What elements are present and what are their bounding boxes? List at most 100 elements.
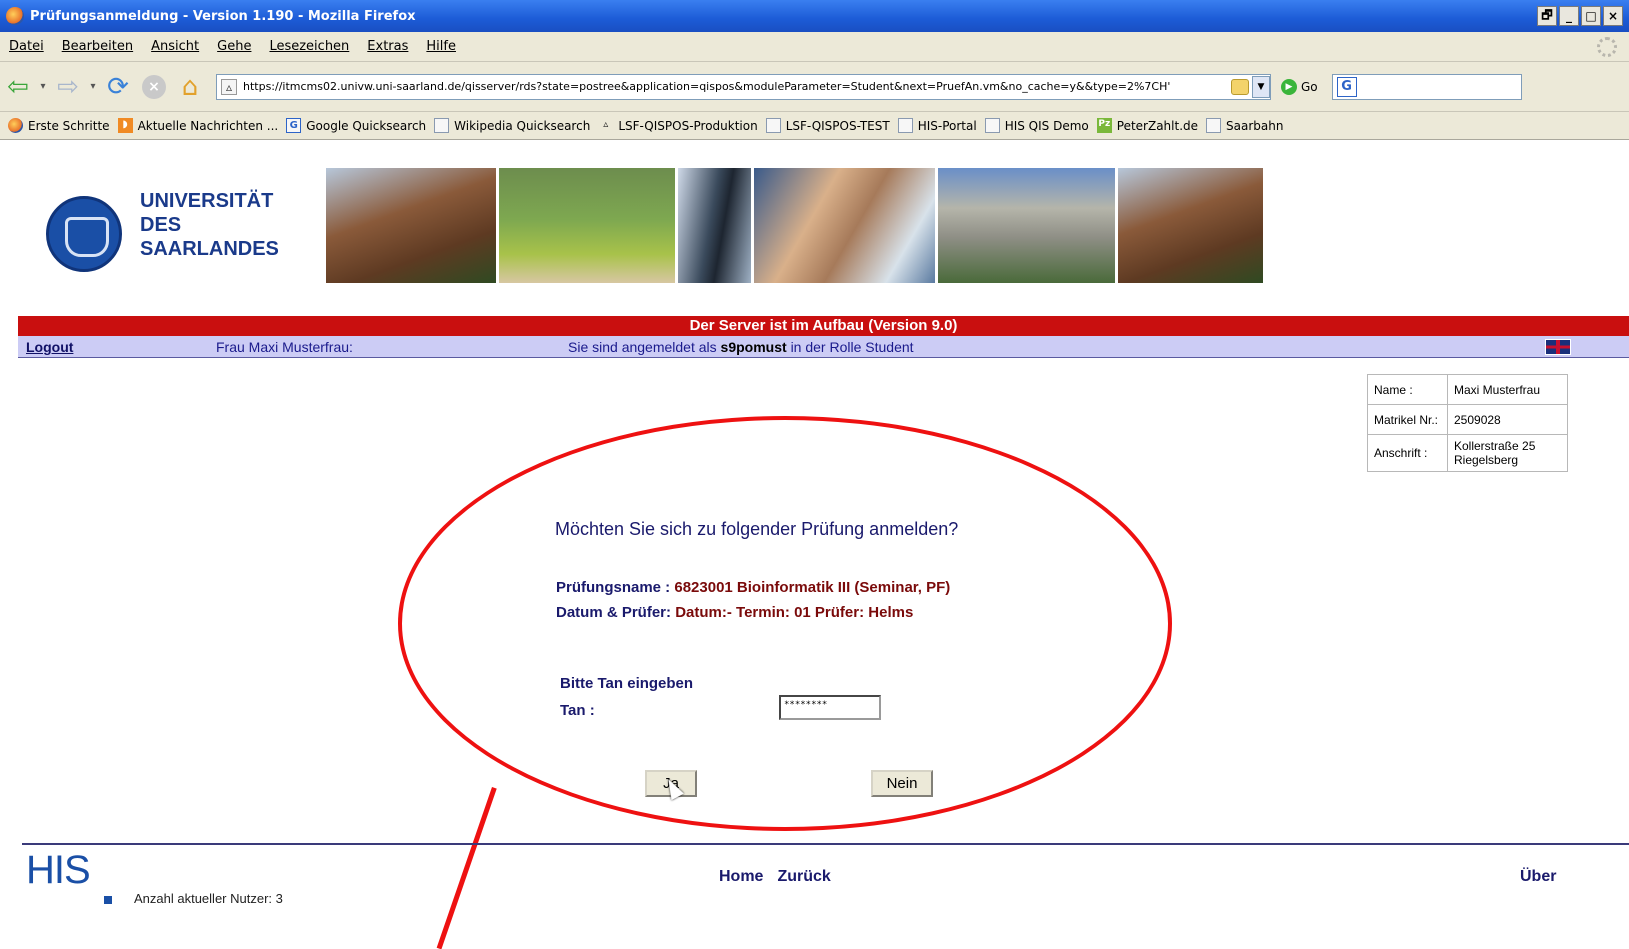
- footer-divider: [22, 843, 1629, 845]
- go-button[interactable]: ▶ Go: [1281, 78, 1318, 95]
- navigation-toolbar: ⇦ ▾ ⇨ ▾ ⟳ × ⌂ ▵ https://itmcms02.univw.u…: [0, 62, 1629, 112]
- lock-icon[interactable]: [1231, 78, 1249, 95]
- address-value: Kollerstraße 25 Riegelsberg: [1447, 434, 1568, 472]
- page-icon: [897, 118, 913, 133]
- bookmarks-toolbar: Erste Schritte ◗ Aktuelle Nachrichten ...…: [0, 112, 1629, 140]
- url-dropdown-icon[interactable]: ▼: [1252, 75, 1270, 98]
- campus-photo: [1118, 168, 1263, 283]
- logout-link[interactable]: Logout: [26, 336, 73, 358]
- menu-extras[interactable]: Extras: [367, 39, 408, 54]
- table-row: Name : Maxi Musterfrau: [1367, 374, 1568, 405]
- stop-icon: ×: [142, 74, 166, 99]
- bookmark-his-qis-demo[interactable]: HIS QIS Demo: [984, 118, 1089, 133]
- menu-view[interactable]: Ansicht: [151, 39, 199, 54]
- menu-go[interactable]: Gehe: [217, 39, 251, 54]
- throbber-icon: [1597, 36, 1617, 57]
- forward-dropdown-icon[interactable]: ▾: [86, 81, 100, 92]
- restore-icon[interactable]: 🗗: [1537, 6, 1557, 26]
- home-icon[interactable]: ⌂: [172, 69, 208, 105]
- page-icon: [1206, 118, 1222, 133]
- address-bar[interactable]: ▵ https://itmcms02.univw.uni-saarland.de…: [216, 73, 1271, 100]
- back-link[interactable]: Zurück: [777, 868, 830, 886]
- about-link[interactable]: Über: [1520, 868, 1556, 886]
- bookmark-label: LSF-QISPOS-Produktion: [618, 118, 758, 133]
- header-photo-strip: [326, 168, 1263, 283]
- login-info-suffix: in der Rolle Student: [790, 339, 914, 355]
- bookmark-label: PeterZahlt.de: [1116, 118, 1199, 133]
- bookmark-his-portal[interactable]: HIS-Portal: [897, 118, 977, 133]
- bookmark-google[interactable]: G Google Quicksearch: [286, 118, 426, 133]
- campus-photo: [678, 168, 751, 283]
- firefox-icon: [8, 118, 23, 133]
- bookmark-label: Wikipedia Quicksearch: [454, 118, 591, 133]
- account-name: s9pomust: [720, 339, 787, 355]
- menu-file[interactable]: Datei: [9, 39, 44, 54]
- campus-photo: [938, 168, 1115, 283]
- back-icon[interactable]: ⇦: [0, 69, 36, 105]
- bookmark-lsf-test[interactable]: LSF-QISPOS-TEST: [765, 118, 890, 133]
- close-button[interactable]: ×: [1603, 6, 1623, 26]
- campus-photo: [754, 168, 935, 283]
- go-label: Go: [1301, 79, 1318, 94]
- reload-icon[interactable]: ⟳: [100, 69, 136, 105]
- menu-bookmarks[interactable]: Lesezeichen: [269, 39, 349, 54]
- menu-bar: Datei Bearbeiten Ansicht Gehe Lesezeiche…: [0, 32, 1629, 62]
- maximize-button[interactable]: □: [1581, 6, 1601, 26]
- bookmark-label: Google Quicksearch: [306, 118, 427, 133]
- address-line: Riegelsberg: [1454, 453, 1519, 467]
- university-name: UNIVERSITÄT DES SAARLANDES: [140, 189, 279, 261]
- footer-links: Home Zurück: [719, 868, 831, 886]
- pz-icon: Pz: [1096, 118, 1112, 133]
- bookmark-nachrichten[interactable]: ◗ Aktuelle Nachrichten ...: [117, 118, 279, 133]
- student-info-table: Name : Maxi Musterfrau Matrikel Nr.: 250…: [1367, 374, 1568, 472]
- minimize-button[interactable]: _: [1559, 6, 1579, 26]
- go-arrow-icon: ▶: [1281, 78, 1297, 95]
- campus-photo: [326, 168, 496, 283]
- rss-icon: ◗: [117, 118, 133, 133]
- window-titlebar: Prüfungsanmeldung - Version 1.190 - Mozi…: [0, 0, 1629, 32]
- user-count: Anzahl aktueller Nutzer: 3: [134, 891, 283, 906]
- search-input[interactable]: G: [1331, 73, 1522, 100]
- his-logo: HIS: [26, 848, 112, 904]
- matrikel-label: Matrikel Nr.:: [1367, 404, 1448, 435]
- login-info-prefix: Sie sind angemeldet als: [568, 339, 717, 355]
- page-content: UNIVERSITÄT DES SAARLANDES Der Server is…: [0, 141, 1629, 949]
- annotation-pointer: [436, 787, 497, 949]
- home-link[interactable]: Home: [719, 868, 763, 886]
- firefox-icon: [6, 7, 24, 25]
- page-icon: [984, 118, 1000, 133]
- highlight-annotation: [398, 416, 1172, 831]
- user-name: Frau Maxi Musterfrau:: [216, 339, 353, 355]
- name-value: Maxi Musterfrau: [1447, 374, 1568, 405]
- address-label: Anschrift :: [1367, 434, 1448, 472]
- forward-icon[interactable]: ⇨: [50, 69, 86, 105]
- bookmark-saarbahn[interactable]: Saarbahn: [1206, 118, 1283, 133]
- bookmark-peterzahlt[interactable]: Pz PeterZahlt.de: [1096, 118, 1199, 133]
- bookmark-label: Aktuelle Nachrichten ...: [137, 118, 279, 133]
- menu-help[interactable]: Hilfe: [426, 39, 456, 54]
- tux-icon: ▵: [603, 119, 609, 130]
- back-dropdown-icon[interactable]: ▾: [36, 81, 50, 92]
- page-icon: [434, 118, 450, 133]
- page-icon: [765, 118, 781, 133]
- address-line: Kollerstraße 25: [1454, 439, 1536, 453]
- url-text[interactable]: https://itmcms02.univw.uni-saarland.de/q…: [243, 80, 1228, 93]
- server-status-banner: Der Server ist im Aufbau (Version 9.0): [18, 316, 1629, 336]
- bookmark-wikipedia[interactable]: Wikipedia Quicksearch: [434, 118, 590, 133]
- window-controls: 🗗 _ □ ×: [1537, 6, 1623, 26]
- bookmark-label: HIS-Portal: [917, 118, 977, 133]
- bookmark-label: LSF-QISPOS-TEST: [785, 118, 890, 133]
- matrikel-value: 2509028: [1447, 404, 1568, 435]
- site-favicon-icon: ▵: [221, 78, 237, 95]
- english-flag-icon[interactable]: [1545, 339, 1571, 355]
- bookmark-lsf-prod[interactable]: ▵ LSF-QISPOS-Produktion: [598, 118, 757, 133]
- google-icon[interactable]: G: [1336, 76, 1357, 97]
- stop-button[interactable]: ×: [136, 69, 172, 105]
- university-name-line: DES: [140, 214, 182, 236]
- table-row: Matrikel Nr.: 2509028: [1367, 404, 1568, 435]
- university-name-line: SAARLANDES: [140, 238, 279, 260]
- google-icon: G: [286, 118, 302, 133]
- bookmark-erste-schritte[interactable]: Erste Schritte: [8, 118, 110, 133]
- menu-edit[interactable]: Bearbeiten: [62, 39, 133, 54]
- name-label: Name :: [1367, 374, 1448, 405]
